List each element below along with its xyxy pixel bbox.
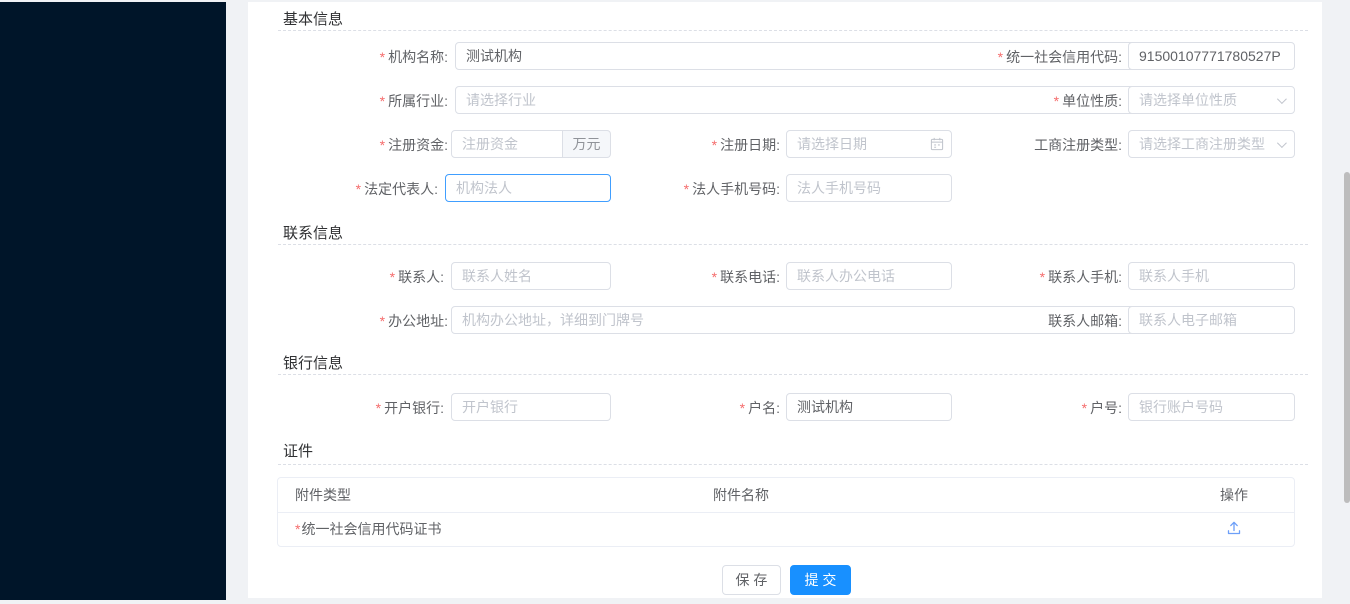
attachment-operation-cell [1174,520,1294,538]
contact-mobile-input[interactable] [1128,262,1295,290]
credit-code-input[interactable] [1128,42,1295,70]
office-addr-label: *办公地址: [248,313,448,329]
unit-nature-label: *单位性质: [868,93,1122,109]
section-title-contact: 联系信息 [283,222,343,243]
section-title-basic: 基本信息 [283,8,343,29]
legal-person-label: *法定代表人: [248,181,438,197]
org-name-label: *机构名称: [248,49,448,65]
chevron-down-icon [1277,94,1287,104]
app-window: 基本信息 *机构名称: *统一社会信用代码: *所属行业: 请选择行业 *单位性… [0,0,1350,604]
legal-mobile-label: *法人手机号码: [528,181,780,197]
legal-mobile-input[interactable] [786,174,952,202]
table-row: *统一社会信用代码证书 [278,513,1294,547]
account-no-input[interactable] [1128,393,1295,421]
contact-name-label: *联系人: [248,269,444,285]
section-divider [278,244,1308,245]
section-title-certificates: 证件 [283,440,313,461]
contact-mobile-label: *联系人手机: [868,269,1122,285]
contact-email-input[interactable] [1128,306,1295,334]
contact-tel-label: *联系电话: [528,269,780,285]
submit-button[interactable]: 提 交 [790,565,851,595]
vertical-scrollbar[interactable] [1344,172,1350,503]
biz-reg-type-select[interactable]: 请选择工商注册类型 [1128,130,1295,158]
account-no-label: *户号: [868,400,1122,416]
attachments-table-header: 附件类型 附件名称 操作 [278,478,1294,513]
sidebar [0,2,226,600]
section-divider [278,374,1308,375]
header-attachment-name: 附件名称 [713,485,1174,505]
reg-date-label: *注册日期: [528,137,780,153]
attachments-table: 附件类型 附件名称 操作 *统一社会信用代码证书 [277,477,1295,547]
upload-icon[interactable] [1226,520,1242,535]
save-button[interactable]: 保 存 [722,565,781,595]
industry-label: *所属行业: [248,93,448,109]
unit-nature-select[interactable]: 请选择单位性质 [1128,86,1295,114]
attachment-type-cell: *统一社会信用代码证书 [278,519,713,539]
section-divider [278,464,1308,465]
chevron-down-icon [1277,138,1287,148]
biz-reg-type-label: 工商注册类型: [868,137,1122,153]
form-panel: 基本信息 *机构名称: *统一社会信用代码: *所属行业: 请选择行业 *单位性… [248,2,1322,598]
credit-code-label: *统一社会信用代码: [868,49,1122,65]
header-attachment-type: 附件类型 [278,485,713,505]
account-name-label: *户名: [528,400,780,416]
reg-capital-label: *注册资金: [248,137,448,153]
section-divider [278,30,1308,31]
header-operation: 操作 [1174,485,1294,505]
contact-email-label: 联系人邮箱: [868,313,1122,329]
bank-name-label: *开户银行: [248,400,444,416]
section-title-bank: 银行信息 [283,352,343,373]
